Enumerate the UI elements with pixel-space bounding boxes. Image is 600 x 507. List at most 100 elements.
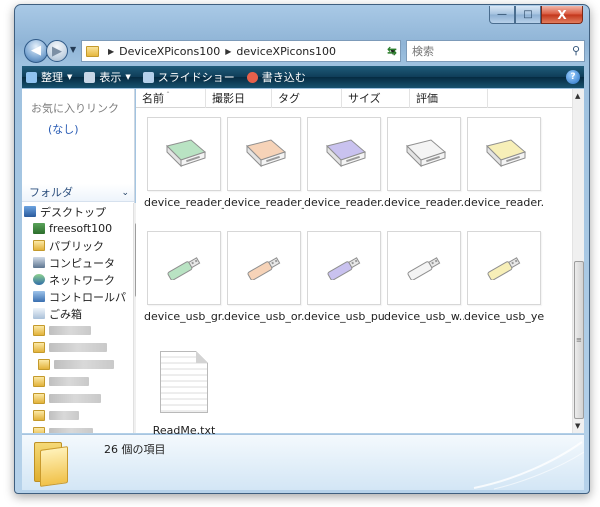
recent-pages-dropdown[interactable]: ▼ bbox=[70, 45, 76, 54]
tree-item-public[interactable]: パブリック bbox=[24, 237, 128, 254]
folder-icon bbox=[33, 410, 45, 421]
computer-icon bbox=[33, 257, 45, 268]
tree-item-label: パブリック bbox=[49, 239, 104, 253]
back-button[interactable]: ◀ bbox=[24, 39, 48, 63]
card-reader-icon bbox=[307, 117, 381, 191]
file-item[interactable]: device_usb_gr... bbox=[144, 231, 224, 323]
file-item[interactable]: device_usb_or... bbox=[224, 231, 304, 323]
column-rating[interactable]: 評価 bbox=[410, 89, 488, 108]
search-input[interactable] bbox=[412, 44, 562, 58]
address-bar[interactable]: ▶ DeviceXPicons100 ▶ deviceXPicons100 ▼ bbox=[81, 40, 401, 62]
close-button[interactable]: X bbox=[541, 6, 583, 24]
file-item[interactable]: device_reader... bbox=[384, 117, 464, 209]
help-icon[interactable]: ? bbox=[566, 70, 580, 84]
organize-menu[interactable]: 整理 ▼ bbox=[26, 69, 72, 85]
search-box[interactable]: ⚲ bbox=[406, 40, 585, 62]
redacted-label bbox=[49, 326, 91, 335]
folder-icon bbox=[33, 325, 45, 336]
tree-item-label: freesoft100 bbox=[49, 222, 113, 235]
search-icon[interactable]: ⚲ bbox=[572, 44, 580, 57]
redacted-label bbox=[49, 377, 89, 386]
folders-title: フォルダ bbox=[29, 186, 73, 199]
redacted-label bbox=[49, 411, 79, 420]
column-size[interactable]: サイズ bbox=[342, 89, 410, 108]
scroll-up-icon[interactable]: ▲ bbox=[575, 92, 580, 100]
title-bar[interactable]: — □ X bbox=[15, 5, 589, 35]
file-name: device_reader... bbox=[384, 196, 464, 209]
content-scrollbar[interactable]: ▲ ≡ ▼ bbox=[572, 89, 584, 433]
folder-icon bbox=[33, 376, 45, 387]
column-label: 撮影日 bbox=[212, 92, 245, 105]
file-item[interactable]: device_usb_ye... bbox=[464, 231, 544, 323]
tree-item-label: ごみ箱 bbox=[49, 307, 82, 321]
column-name[interactable]: 名前 ˆ bbox=[136, 89, 206, 108]
file-item[interactable]: device_reader_... bbox=[224, 117, 304, 209]
file-item[interactable]: device_reader_... bbox=[144, 117, 224, 209]
file-name: device_reader... bbox=[464, 196, 544, 209]
tree-item-label: デスクトップ bbox=[40, 205, 106, 219]
slideshow-button[interactable]: スライドショー bbox=[142, 69, 235, 85]
column-tags[interactable]: タグ bbox=[272, 89, 342, 108]
tree-item-redacted[interactable] bbox=[24, 322, 128, 339]
folder-large-icon bbox=[32, 439, 72, 487]
desktop-icon bbox=[24, 206, 36, 217]
burn-label: 書き込む bbox=[261, 71, 306, 84]
file-item[interactable]: device_reader... bbox=[304, 117, 384, 209]
file-item[interactable]: device_reader... bbox=[464, 117, 544, 209]
breadcrumb-segment[interactable]: deviceXPicons100 bbox=[236, 45, 336, 58]
file-name: device_usb_ye... bbox=[464, 310, 544, 323]
tree-item-desktop[interactable]: デスクトップ bbox=[24, 203, 128, 220]
column-label: タグ bbox=[278, 92, 300, 105]
folders-header[interactable]: フォルダ ⌄ bbox=[22, 184, 134, 202]
details-pane: 26 個の項目 bbox=[22, 434, 584, 490]
tree-item-control-panel[interactable]: コントロールパ bbox=[24, 288, 128, 305]
organize-icon bbox=[26, 71, 37, 83]
decorative-swoosh bbox=[473, 441, 584, 490]
tree-item-redacted[interactable] bbox=[24, 373, 128, 390]
explorer-window: — □ X ◀ ▶ ▼ ▶ DeviceXPicons100 ▶ deviceX… bbox=[14, 4, 590, 494]
refresh-button[interactable]: ⇆ bbox=[382, 40, 402, 62]
column-date-taken[interactable]: 撮影日 bbox=[206, 89, 272, 108]
card-reader-icon bbox=[387, 117, 461, 191]
control-panel-icon bbox=[33, 291, 45, 302]
file-item[interactable]: ReadMe.txt bbox=[144, 345, 224, 437]
views-icon bbox=[84, 71, 96, 83]
usb-drive-icon bbox=[147, 231, 221, 305]
tree-item-computer[interactable]: コンピュータ bbox=[24, 254, 128, 271]
tree-item-network[interactable]: ネットワーク bbox=[24, 271, 128, 288]
column-label: 評価 bbox=[416, 92, 438, 105]
column-label: サイズ bbox=[348, 92, 381, 105]
breadcrumb-arrow-icon[interactable]: ▶ bbox=[225, 47, 231, 56]
tree-item-freesoft100[interactable]: freesoft100 bbox=[24, 220, 128, 237]
file-name: device_usb_gr... bbox=[144, 310, 224, 323]
burn-button[interactable]: 書き込む bbox=[246, 69, 306, 85]
tree-item-redacted[interactable] bbox=[24, 339, 128, 356]
tree-item-redacted[interactable] bbox=[24, 424, 128, 433]
chevron-down-icon[interactable]: ⌄ bbox=[121, 184, 129, 202]
minimize-button[interactable]: — bbox=[489, 6, 515, 24]
file-name: device_reader_... bbox=[224, 196, 304, 209]
breadcrumb-segment[interactable]: DeviceXPicons100 bbox=[119, 45, 220, 58]
tree-item-recycle-bin[interactable]: ごみ箱 bbox=[24, 305, 128, 322]
burn-icon bbox=[246, 71, 258, 83]
command-bar: 整理 ▼ 表示 ▼ スライドショー 書き込む ? bbox=[22, 66, 584, 88]
file-item[interactable]: device_usb_pu... bbox=[304, 231, 384, 323]
caption-buttons: — □ X bbox=[489, 6, 583, 24]
navigation-pane: お気に入りリンク (なし) フォルダ ⌄ デスクトップ freesoft100 … bbox=[22, 89, 144, 433]
tree-item-redacted[interactable] bbox=[24, 356, 128, 373]
slideshow-icon bbox=[142, 71, 154, 83]
forward-button[interactable]: ▶ bbox=[46, 40, 68, 62]
views-label: 表示 bbox=[99, 71, 122, 84]
folder-icon bbox=[86, 45, 99, 57]
tree-item-redacted[interactable] bbox=[24, 407, 128, 424]
tree-item-redacted[interactable] bbox=[24, 390, 128, 407]
file-item[interactable]: device_usb_w... bbox=[384, 231, 464, 323]
maximize-button[interactable]: □ bbox=[515, 6, 541, 24]
views-menu[interactable]: 表示 ▼ bbox=[84, 69, 131, 85]
tree-item-label: コントロールパ bbox=[49, 290, 126, 304]
scroll-down-icon[interactable]: ▼ bbox=[575, 422, 580, 430]
redacted-label bbox=[49, 428, 93, 433]
breadcrumb-arrow-icon[interactable]: ▶ bbox=[108, 47, 114, 56]
favorites-empty: (なし) bbox=[48, 123, 79, 136]
redacted-label bbox=[49, 343, 107, 352]
